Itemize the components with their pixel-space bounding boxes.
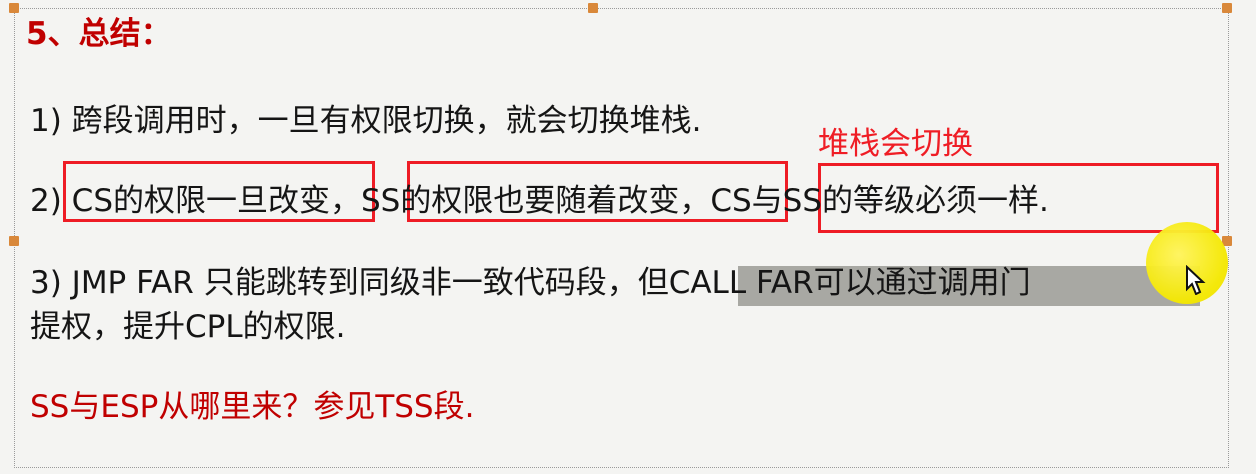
summary-point-three-line-one: 3) JMP FAR 只能跳转到同级非一致代码段，但CALL FAR可以通过调用… (30, 263, 1031, 303)
selection-handle-top-left[interactable] (9, 3, 19, 13)
tss-reference-note: SS与ESP从哪里来？参见TSS段. (30, 389, 475, 425)
ss-permission-text: SS的权限也要随着改变 (361, 183, 680, 219)
summary-point-one: 1) 跨段调用时，一旦有权限切换，就会切换堆栈. (30, 103, 702, 139)
slide-canvas: 5、总结： 1) 跨段调用时，一旦有权限切换，就会切换堆栈. 堆栈会切换 2) … (0, 0, 1256, 474)
mouse-cursor-icon (1186, 265, 1206, 295)
point-two-prefix: 2) (30, 183, 72, 219)
slide-title: 5、总结： (26, 16, 172, 52)
point-two-separator-one: ， (330, 183, 361, 219)
point-two-separator-two: ， (679, 183, 711, 219)
selection-handle-top-middle[interactable] (588, 3, 598, 13)
point-two-period: . (1039, 183, 1049, 219)
selection-handle-top-right[interactable] (1222, 3, 1232, 13)
cs-permission-text: CS的权限一旦改变 (71, 183, 330, 219)
summary-point-three-line-two: 提权，提升CPL的权限. (30, 309, 346, 345)
cs-ss-level-text: CS与SS的等级必须一样 (710, 183, 1040, 219)
stack-switch-annotation: 堆栈会切换 (818, 126, 973, 162)
point-three-highlighted-text: 但CALL FAR可以通过调用门 (637, 265, 1031, 301)
summary-point-two: 2) CS的权限一旦改变，SS的权限也要随着改变，CS与SS的等级必须一样. (30, 181, 1049, 221)
point-three-main-text: 3) JMP FAR 只能跳转到同级非一致代码段， (30, 265, 638, 301)
selection-handle-middle-left[interactable] (9, 236, 19, 246)
